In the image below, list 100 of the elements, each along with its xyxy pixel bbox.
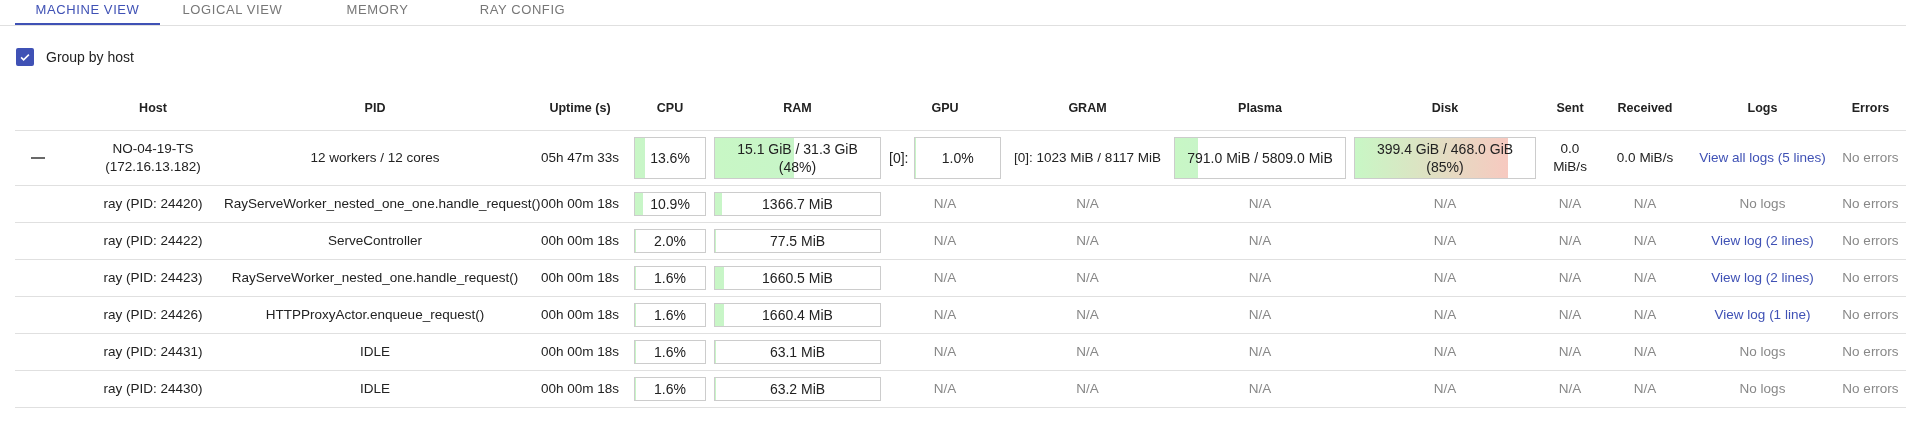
usage-meter: 2.0% (634, 229, 706, 253)
table-cell: N/A (933, 196, 957, 211)
table-cell: N/A (1433, 270, 1457, 285)
table-cell: N/A (1633, 344, 1657, 359)
table-cell: No errors (1842, 270, 1899, 285)
table-cell: N/A (1433, 381, 1457, 396)
table-cell: N/A (1558, 270, 1582, 285)
table-cell: N/A (1076, 270, 1099, 285)
table-cell: N/A (1558, 344, 1582, 359)
table-cell: N/A (933, 307, 957, 322)
table-cell: N/A (1558, 307, 1582, 322)
table-cell: ray (PID: 24430) (103, 381, 203, 396)
log-link[interactable]: View log (2 lines) (1711, 270, 1814, 285)
table-cell: No errors (1842, 196, 1899, 211)
table-cell: ray (PID: 24422) (103, 233, 203, 248)
log-link[interactable]: View log (2 lines) (1711, 233, 1814, 248)
usage-meter: 1660.5 MiB (714, 266, 881, 290)
table-cell: N/A (1076, 381, 1099, 396)
table-cell: N/A (933, 270, 957, 285)
usage-meter: 63.1 MiB (714, 340, 881, 364)
table-cell: N/A (933, 381, 957, 396)
table-cell: N/A (1558, 233, 1582, 248)
log-link[interactable]: View log (1 line) (1714, 307, 1811, 322)
column-header: Disk (1431, 100, 1459, 115)
usage-meter: 15.1 GiB / 31.3 GiB (48%) (714, 137, 881, 179)
table-cell: HTTPProxyActor.enqueue_request() (265, 307, 485, 322)
table-cell: N/A (1076, 344, 1099, 359)
log-link[interactable]: View all logs (5 lines) (1699, 150, 1826, 165)
table-cell: N/A (1633, 196, 1657, 211)
table-cell: N/A (1633, 381, 1657, 396)
usage-meter: 791.0 MiB / 5809.0 MiB (1174, 137, 1346, 179)
table-cell: ray (PID: 24426) (103, 307, 203, 322)
table-cell: N/A (1248, 381, 1272, 396)
column-header: Host (139, 100, 167, 115)
tab[interactable]: MACHINE VIEW (15, 0, 160, 25)
table-cell: 12 workers / 12 cores (310, 150, 440, 165)
table-cell: N/A (1076, 307, 1099, 322)
table-cell: No errors (1842, 233, 1899, 248)
column-header: GPU (931, 100, 959, 115)
table-cell: RayServeWorker_nested_one_one.handle_request() (224, 196, 541, 211)
table-cell: 00h 00m 18s (540, 270, 620, 285)
column-header: Plasma (1238, 100, 1282, 115)
usage-meter: 1.0% (914, 137, 1001, 179)
table-cell: N/A (1076, 233, 1099, 248)
column-header: RAM (783, 100, 812, 115)
column-header: Received (1617, 100, 1673, 115)
table-cell: N/A (1248, 344, 1272, 359)
table-cell: 0.0 MiB/s (1616, 150, 1674, 165)
table-cell: N/A (1558, 381, 1582, 396)
usage-meter: 77.5 MiB (714, 229, 881, 253)
tab[interactable]: RAY CONFIG (450, 0, 595, 25)
table-cell: IDLE (360, 381, 390, 396)
table-cell: N/A (1633, 233, 1657, 248)
table-cell: No errors (1842, 150, 1899, 165)
usage-meter: 399.4 GiB / 468.0 GiB (85%) (1354, 137, 1536, 179)
usage-meter: 1.6% (634, 303, 706, 327)
table-cell: No errors (1842, 307, 1899, 322)
table-cell: No errors (1842, 344, 1899, 359)
table-cell: 05h 47m 33s (540, 150, 620, 165)
table-cell: ray (PID: 24420) (103, 196, 203, 211)
table-cell: N/A (1558, 196, 1582, 211)
table-cell: N/A (1633, 307, 1657, 322)
column-header: Uptime (s) (549, 100, 611, 115)
table-cell: No logs (1739, 196, 1786, 211)
table-cell: N/A (1248, 233, 1272, 248)
table-cell: N/A (1633, 270, 1657, 285)
table-cell: 00h 00m 18s (540, 381, 620, 396)
table-cell: 00h 00m 18s (540, 307, 620, 322)
table-cell: N/A (1248, 196, 1272, 211)
table-cell: N/A (1248, 307, 1272, 322)
table-cell: No logs (1739, 381, 1786, 396)
usage-meter: 13.6% (634, 137, 706, 179)
table-cell: IDLE (360, 344, 390, 359)
table-cell: RayServeWorker_nested_one.handle_request() (231, 270, 519, 285)
column-header: CPU (656, 100, 684, 115)
table-cell: 0.0 MiB/s (1553, 141, 1587, 174)
table-cell: ServeController (328, 233, 422, 248)
table-cell: N/A (1248, 270, 1272, 285)
table-cell: N/A (1433, 233, 1457, 248)
checkbox-label: Group by host (46, 49, 134, 65)
tab[interactable]: MEMORY (305, 0, 450, 25)
table-cell: No logs (1739, 344, 1786, 359)
column-header: Errors (1851, 100, 1890, 115)
tab[interactable]: LOGICAL VIEW (160, 0, 305, 25)
usage-meter: 1.6% (634, 377, 706, 401)
table-cell: ray (PID: 24431) (103, 344, 203, 359)
usage-meter: 1366.7 MiB (714, 192, 881, 216)
usage-meter: 63.2 MiB (714, 377, 881, 401)
table-cell: N/A (1433, 307, 1457, 322)
column-header: GRAM (1068, 100, 1107, 115)
usage-meter: 10.9% (634, 192, 706, 216)
checkbox[interactable] (16, 48, 34, 66)
column-header: PID (364, 100, 386, 115)
table-cell: N/A (1433, 344, 1457, 359)
table-cell: [0]: 1023 MiB / 8117 MiB (1014, 150, 1161, 165)
table-cell: N/A (933, 233, 957, 248)
table-cell: N/A (933, 344, 957, 359)
table-cell: ray (PID: 24423) (103, 270, 203, 285)
table-cell: No errors (1842, 381, 1899, 396)
gpu-index: [0]: (889, 149, 909, 167)
